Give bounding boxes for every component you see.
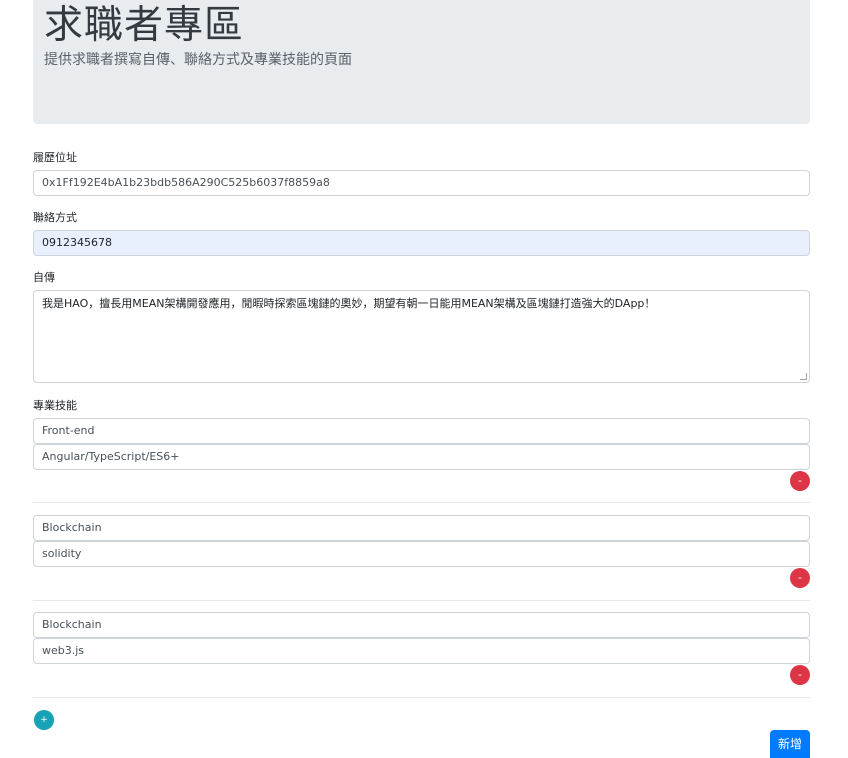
divider	[33, 600, 810, 601]
divider	[33, 697, 810, 698]
remove-skill-button[interactable]: -	[790, 568, 810, 588]
page-subtitle: 提供求職者撰寫自傳、聯絡方式及專業技能的頁面	[44, 52, 352, 68]
skills-label: 專業技能	[33, 399, 77, 412]
skill-detail-input[interactable]: solidity	[33, 541, 810, 567]
skill-category-input[interactable]: Blockchain	[33, 515, 810, 541]
resume-address-input[interactable]: 0x1Ff192E4bA1b23bdb586A290C525b6037f8859…	[33, 170, 810, 196]
resume-address-label: 履歷位址	[33, 151, 77, 164]
page-header: 求職者專區 提供求職者撰寫自傳、聯絡方式及專業技能的頁面	[33, 0, 810, 124]
remove-skill-button[interactable]: -	[790, 471, 810, 491]
contact-input[interactable]: 0912345678	[33, 230, 810, 256]
skill-detail-input[interactable]: web3.js	[33, 638, 810, 664]
bio-textarea[interactable]: 我是HAO，擅長用MEAN架構開發應用，閒暇時探索區塊鏈的奧妙，期望有朝一日能用…	[33, 290, 810, 383]
add-skill-button[interactable]: +	[34, 710, 54, 730]
divider	[33, 502, 810, 503]
remove-skill-button[interactable]: -	[790, 665, 810, 685]
bio-label: 自傳	[33, 271, 55, 284]
submit-button[interactable]: 新增	[770, 730, 810, 758]
page-title: 求職者專區	[44, 3, 245, 48]
contact-label: 聯絡方式	[33, 211, 77, 224]
skill-category-input[interactable]: Front-end	[33, 418, 810, 444]
bio-text: 我是HAO，擅長用MEAN架構開發應用，閒暇時探索區塊鏈的奧妙，期望有朝一日能用…	[42, 297, 656, 310]
resize-handle[interactable]	[800, 373, 807, 380]
skill-detail-input[interactable]: Angular/TypeScript/ES6+	[33, 444, 810, 470]
skill-category-input[interactable]: Blockchain	[33, 612, 810, 638]
